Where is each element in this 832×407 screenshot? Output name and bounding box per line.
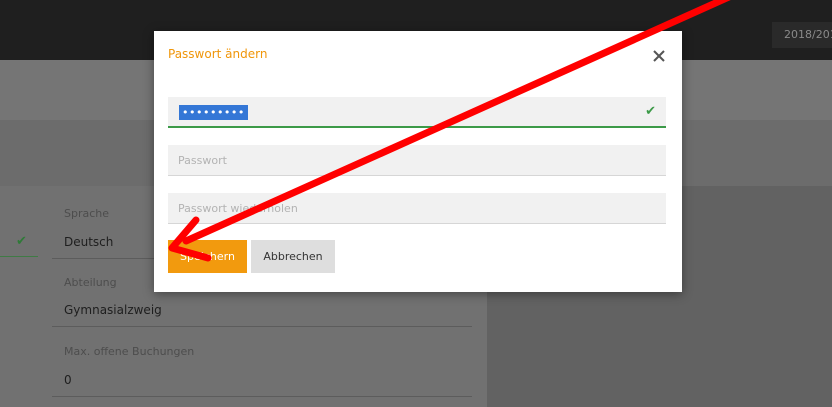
save-button[interactable]: Speichern <box>168 240 247 273</box>
close-button[interactable] <box>648 45 670 67</box>
school-year-selector[interactable]: 2018/2019 <box>772 22 832 48</box>
field-underline <box>52 396 472 397</box>
department-label: Abteilung <box>64 276 117 289</box>
new-password-input[interactable] <box>168 145 666 175</box>
repeat-password-input[interactable] <box>168 193 666 223</box>
check-icon: ✔ <box>645 104 656 119</box>
change-password-dialog: Passwort ändern ••••••••• ✔ Speichern Ab… <box>154 31 682 292</box>
max-bookings-label: Max. offene Buchungen <box>64 345 195 358</box>
language-select[interactable]: Deutsch <box>64 235 113 249</box>
department-select[interactable]: Gymnasialzweig <box>64 303 162 317</box>
field-underline <box>52 326 472 327</box>
field-underline <box>0 256 38 257</box>
check-icon: ✔ <box>16 234 27 249</box>
cancel-button[interactable]: Abbrechen <box>251 240 335 273</box>
current-password-field[interactable]: ••••••••• ✔ <box>168 97 666 128</box>
repeat-password-field <box>168 193 666 224</box>
current-password-value: ••••••••• <box>179 105 248 120</box>
close-icon <box>653 50 665 62</box>
language-label: Sprache <box>64 207 110 220</box>
new-password-field <box>168 145 666 176</box>
dialog-title: Passwort ändern <box>168 47 268 61</box>
max-bookings-input[interactable]: 0 <box>64 373 72 387</box>
